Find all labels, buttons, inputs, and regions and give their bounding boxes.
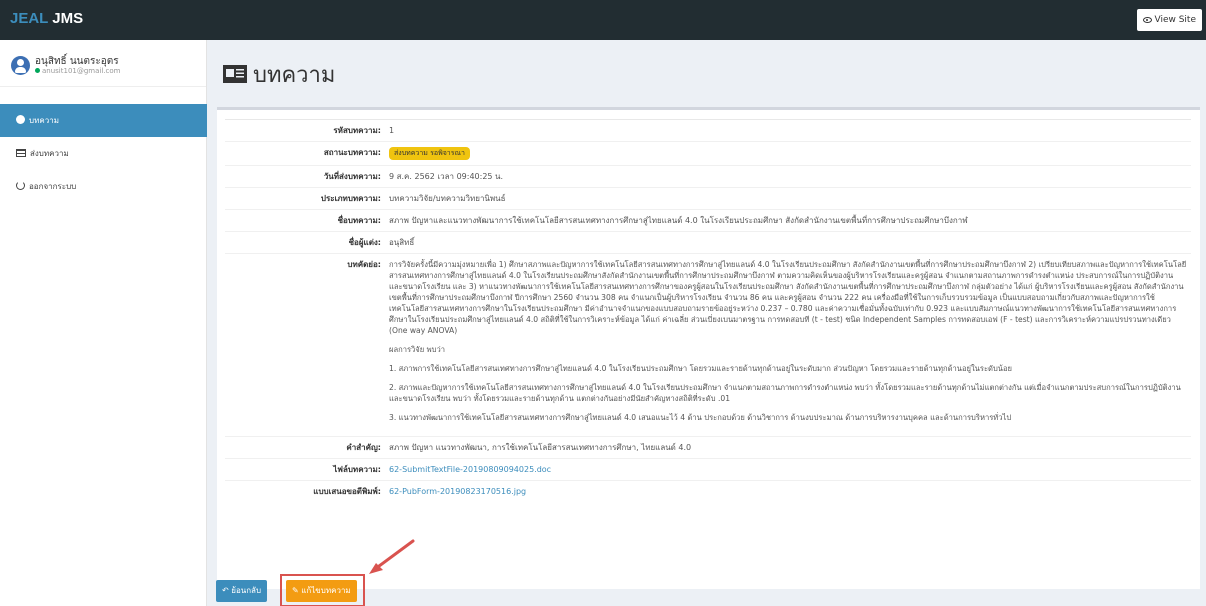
abstract-paragraph: ผลการวิจัย พบว่า xyxy=(389,345,445,354)
brand-rest: JMS xyxy=(48,10,84,27)
annotation-arrow-icon xyxy=(369,539,415,574)
back-button[interactable]: ↶ ย้อนกลับ xyxy=(216,580,268,602)
edit-icon: ✎ xyxy=(292,586,299,595)
newspaper-icon xyxy=(16,149,26,157)
abstract: การวิจัยครั้งนี้มีความมุ่งหมายเพื่อ 1) ศ… xyxy=(386,253,1191,437)
edit-article-button[interactable]: ✎ แก้ไขบทความ xyxy=(286,580,357,602)
field-label: ชื่อบทความ: xyxy=(225,209,386,232)
page-title-text: บทความ xyxy=(253,63,336,88)
online-status-icon xyxy=(35,68,40,73)
field-label: ชื่อผู้แต่ง: xyxy=(225,231,386,254)
abstract-paragraph: 1. สภาพการใช้เทคโนโลยีสารสนเทศทางการศึกษ… xyxy=(389,364,1012,373)
dashboard-icon xyxy=(16,115,25,124)
article-type: บทความวิจัย/บทความวิทยานิพนธ์ xyxy=(386,187,1191,210)
abstract-paragraph: 2. สภาพและปัญหาการใช้เทคโนโลยีสารสนเทศทา… xyxy=(389,383,1181,403)
user-email: anusit101@gmail.com xyxy=(35,67,120,75)
back-label: ย้อนกลับ xyxy=(231,586,262,595)
sidebar: อนุสิทธิ์ นนตระอุตร anusit101@gmail.com … xyxy=(0,40,207,606)
pubform-cell: 62-PubForm-20190823170516.jpg xyxy=(386,480,1191,502)
avatar xyxy=(11,56,30,75)
view-site-button[interactable]: View Site xyxy=(1136,9,1202,31)
abstract-paragraph: 3. แนวทางพัฒนาการใช้เทคโนโลยีสารสนเทศทาง… xyxy=(389,413,1012,422)
detail-row: รหัสบทความ: 1 xyxy=(225,119,1191,142)
field-label: คำสำคัญ: xyxy=(225,436,386,459)
brand-accent: JEAL xyxy=(10,10,49,27)
status-badge: ส่งบทความ รอพิจารณา xyxy=(389,147,470,160)
article-file-link[interactable]: 62-SubmitTextFile-20190809094025.doc xyxy=(389,465,551,474)
keywords: สภาพ ปัญหา แนวทางพัฒนา, การใช้เทคโนโลยีส… xyxy=(386,436,1191,459)
status-cell: ส่งบทความ รอพิจารณา xyxy=(386,141,1191,166)
view-site-label: View Site xyxy=(1154,15,1197,25)
abstract-paragraph: การวิจัยครั้งนี้มีความมุ่งหมายเพื่อ 1) ศ… xyxy=(389,260,1187,335)
page-title: บทความ xyxy=(223,57,335,92)
detail-row: วันที่ส่งบทความ: 9 ส.ค. 2562 เวลา 09:40:… xyxy=(225,165,1191,188)
field-label: บทคัดย่อ: xyxy=(225,253,386,437)
field-label: ประเภทบทความ: xyxy=(225,187,386,210)
main-content: บทความ รหัสบทความ: 1 สถานะบทความ: ส่งบทค… xyxy=(207,40,1206,606)
edit-label: แก้ไขบทความ xyxy=(301,586,351,595)
file-cell: 62-SubmitTextFile-20190809094025.doc xyxy=(386,458,1191,481)
article-title: สภาพ ปัญหาและแนวทางพัฒนาการใช้เทคโนโลยีส… xyxy=(386,209,1191,232)
user-panel: อนุสิทธิ์ นนตระอุตร anusit101@gmail.com xyxy=(0,40,206,87)
author-name: อนุสิทธิ์ xyxy=(386,231,1191,254)
article-detail-table: รหัสบทความ: 1 สถานะบทความ: ส่งบทความ รอพ… xyxy=(225,119,1191,502)
detail-row: บทคัดย่อ: การวิจัยครั้งนี้มีความมุ่งหมาย… xyxy=(225,253,1191,437)
field-label: รหัสบทความ: xyxy=(225,119,386,142)
field-label: สถานะบทความ: xyxy=(225,141,386,166)
article-id: 1 xyxy=(386,119,1191,142)
detail-row: คำสำคัญ: สภาพ ปัญหา แนวทางพัฒนา, การใช้เ… xyxy=(225,436,1191,459)
sidebar-item-label: ออกจากระบบ xyxy=(29,182,77,191)
eye-icon xyxy=(1142,17,1152,23)
newspaper-icon xyxy=(223,65,247,83)
sidebar-item-submit[interactable]: ส่งบทความ xyxy=(0,137,207,170)
reply-icon: ↶ xyxy=(222,586,229,595)
detail-row: ชื่อบทความ: สภาพ ปัญหาและแนวทางพัฒนาการใ… xyxy=(225,209,1191,232)
detail-row: ประเภทบทความ: บทความวิจัย/บทความวิทยานิพ… xyxy=(225,187,1191,210)
sidebar-item-label: บทความ xyxy=(29,116,59,125)
detail-row: ไฟล์บทความ: 62-SubmitTextFile-2019080909… xyxy=(225,458,1191,481)
field-label: ไฟล์บทความ: xyxy=(225,458,386,481)
detail-row: ชื่อผู้แต่ง: อนุสิทธิ์ xyxy=(225,231,1191,254)
sidebar-nav: บทความ ส่งบทความ ออกจากระบบ xyxy=(0,104,207,203)
sidebar-item-logout[interactable]: ออกจากระบบ xyxy=(0,170,207,203)
user-email-text: anusit101@gmail.com xyxy=(42,67,121,75)
detail-row: สถานะบทความ: ส่งบทความ รอพิจารณา xyxy=(225,141,1191,166)
sidebar-item-articles[interactable]: บทความ xyxy=(0,104,207,137)
field-label: วันที่ส่งบทความ: xyxy=(225,165,386,188)
article-detail-box: รหัสบทความ: 1 สถานะบทความ: ส่งบทความ รอพ… xyxy=(217,107,1200,589)
pubform-file-link[interactable]: 62-PubForm-20190823170516.jpg xyxy=(389,487,526,496)
field-label: แบบเสนอขอตีพิมพ์: xyxy=(225,480,386,502)
detail-row: แบบเสนอขอตีพิมพ์: 62-PubForm-20190823170… xyxy=(225,480,1191,502)
submit-date: 9 ส.ค. 2562 เวลา 09:40:25 น. xyxy=(386,165,1191,188)
brand-logo[interactable]: JEAL JMS xyxy=(10,10,83,27)
power-icon xyxy=(16,181,25,190)
sidebar-item-label: ส่งบทความ xyxy=(30,149,69,158)
top-navbar: JEAL JMS View Site xyxy=(0,0,1206,40)
